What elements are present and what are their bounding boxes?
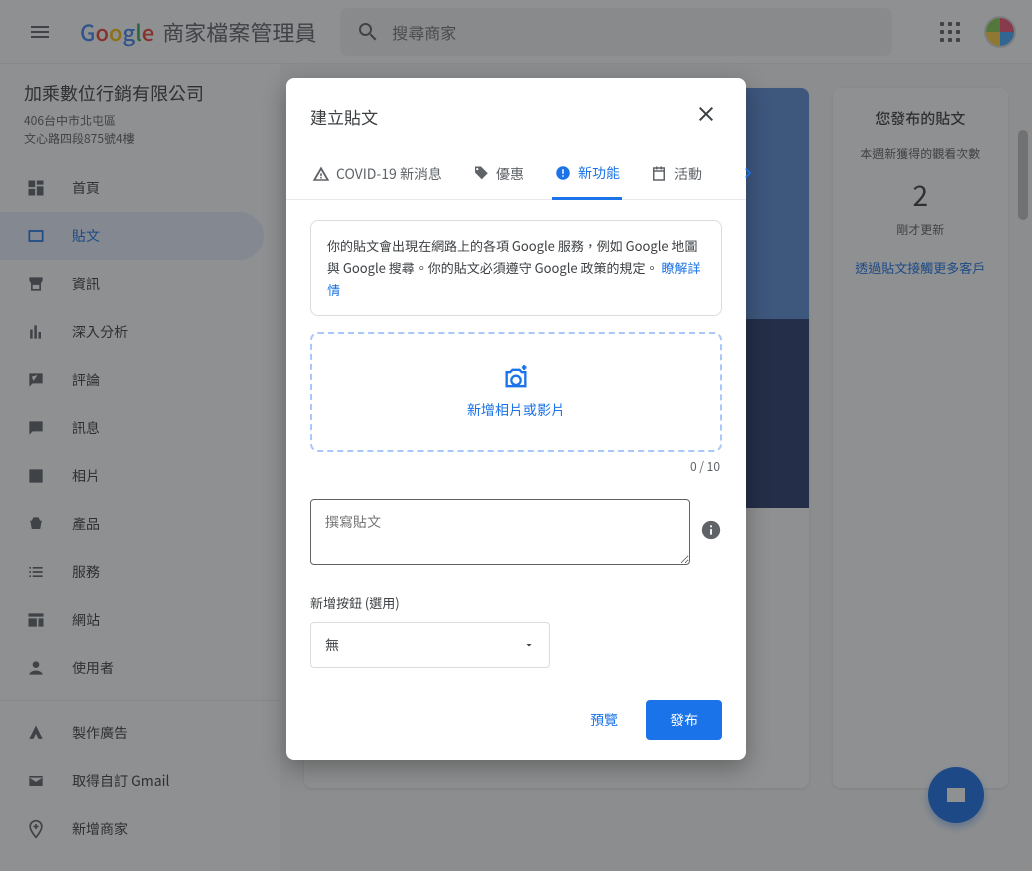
create-post-modal: 建立貼文 COVID-19 新消息 優惠 新功能 活動 — [286, 78, 746, 760]
media-upload-zone[interactable]: 新增相片或影片 — [310, 332, 722, 452]
close-icon — [694, 102, 718, 126]
button-section-label: 新增按鈕 (選用) — [310, 593, 722, 612]
tab-event[interactable]: 活動 — [648, 152, 704, 198]
tab-whatsnew[interactable]: 新功能 — [552, 151, 622, 200]
chevron-right-icon — [738, 163, 758, 183]
policy-text: 你的貼文會出現在網路上的各項 Google 服務，例如 Google 地圖與 G… — [327, 236, 698, 277]
close-button[interactable] — [690, 98, 722, 135]
preview-button[interactable]: 預覽 — [574, 700, 634, 740]
select-value: 無 — [325, 635, 339, 655]
tab-covid[interactable]: COVID-19 新消息 — [310, 152, 444, 198]
tab-offer[interactable]: 優惠 — [470, 152, 526, 198]
tag-icon — [472, 165, 490, 183]
post-type-tabs: COVID-19 新消息 優惠 新功能 活動 — [286, 151, 746, 200]
info-icon — [700, 519, 722, 541]
calendar-icon — [650, 165, 668, 183]
camera-add-icon — [502, 364, 530, 392]
modal-title: 建立貼文 — [310, 104, 378, 129]
tabs-next-button[interactable] — [730, 155, 766, 196]
info-button[interactable] — [700, 519, 722, 546]
post-content-input[interactable] — [310, 499, 690, 565]
upload-label: 新增相片或影片 — [467, 400, 565, 420]
policy-info-box: 你的貼文會出現在網路上的各項 Google 服務，例如 Google 地圖與 G… — [310, 220, 722, 316]
cta-button-select[interactable]: 無 — [310, 622, 550, 668]
publish-button[interactable]: 發布 — [646, 700, 722, 740]
warning-icon — [312, 165, 330, 183]
new-icon — [554, 164, 572, 182]
media-counter: 0 / 10 — [312, 458, 720, 475]
modal-overlay[interactable]: 建立貼文 COVID-19 新消息 優惠 新功能 活動 — [0, 0, 1032, 871]
dropdown-icon — [523, 639, 535, 651]
